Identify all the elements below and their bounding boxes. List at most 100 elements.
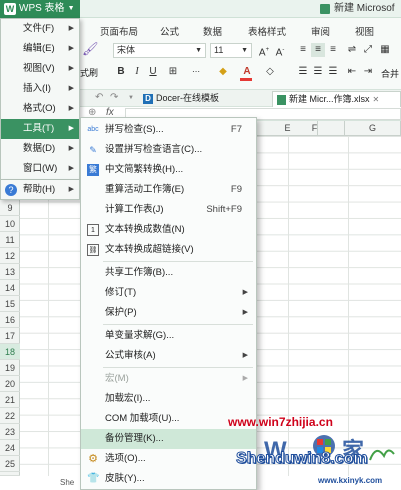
close-icon[interactable]: ✕ — [373, 92, 380, 107]
align-middle-icon[interactable]: ≡ — [311, 43, 325, 57]
undo-icon[interactable]: ↶ — [95, 92, 103, 103]
fill-color-icon[interactable]: ◆ — [216, 65, 230, 79]
font-name-select[interactable]: 宋体 ▼ — [113, 43, 206, 58]
row-header-17[interactable]: 17 — [0, 328, 20, 344]
menu-item-help[interactable]: ? 帮助(H) ▶ — [0, 180, 80, 200]
menu-addins[interactable]: 加载宏(I)... — [81, 389, 256, 409]
tab-review[interactable]: 审阅 — [311, 24, 330, 38]
chevron-right-icon: ▶ — [68, 145, 74, 152]
shirt-icon: 👕 — [87, 473, 100, 484]
menu-item-window[interactable]: 窗口(W) ▶ — [1, 159, 79, 179]
row-header-12[interactable]: 12 — [0, 248, 20, 264]
tab-workbook[interactable]: 新建 Micr...作簿.xlsx ✕ — [272, 91, 401, 107]
menu-item-view[interactable]: 视图(V) ▶ — [1, 59, 79, 79]
row-header-20[interactable]: 20 — [0, 376, 20, 392]
menu-goal-seek[interactable]: 单变量求解(G)... — [81, 326, 256, 346]
wrap-text-icon[interactable]: ⇌ — [345, 43, 359, 57]
column-header-f[interactable]: F — [285, 121, 345, 136]
menu-item-insert[interactable]: 插入(I) ▶ — [1, 79, 79, 99]
row-header-16[interactable]: 16 — [0, 312, 20, 328]
row-header-18[interactable]: 18 — [0, 344, 20, 360]
tab-table-style[interactable]: 表格样式 — [248, 24, 286, 38]
tab-view[interactable]: 视图 — [355, 24, 374, 38]
menu-share-workbook[interactable]: 共享工作簿(B)... — [81, 263, 256, 283]
row-header-15[interactable]: 15 — [0, 296, 20, 312]
chevron-right-icon: ▶ — [68, 45, 74, 52]
menu-item-format[interactable]: 格式(O) ▶ — [1, 99, 79, 119]
menu-skin[interactable]: 👕 皮肤(Y)... — [81, 469, 256, 489]
menu-item-file[interactable]: 文件(F) ▶ — [1, 19, 79, 39]
align-top-icon[interactable]: ≡ — [296, 43, 310, 57]
align-left-icon[interactable]: ☰ — [296, 65, 310, 79]
redo-icon[interactable]: ↷ — [110, 92, 118, 103]
menu-recalc-workbook[interactable]: 重算活动工作簿(E) F9 — [81, 180, 256, 200]
sheet-tab[interactable]: She — [60, 478, 74, 487]
row-header-13[interactable]: 13 — [0, 264, 20, 280]
chevron-right-icon: ▶ — [242, 352, 248, 359]
menu-text-to-hyperlink[interactable]: ⛓ 文本转换成超链接(V) — [81, 240, 256, 260]
chevron-right-icon: ▶ — [68, 105, 74, 112]
orientation-icon[interactable]: ⤢ — [361, 43, 375, 57]
app-name: WPS 表格 — [19, 3, 65, 14]
menu-protect[interactable]: 保护(P) ▶ — [81, 303, 256, 323]
tab-docer[interactable]: D Docer-在线模板 — [143, 91, 219, 106]
bold-icon[interactable]: B — [114, 65, 128, 79]
font-color-swatch — [240, 78, 252, 81]
chevron-right-icon: ▶ — [242, 375, 248, 382]
row-header-24[interactable]: 24 — [0, 440, 20, 456]
align-right-icon[interactable]: ☰ — [326, 65, 340, 79]
menu-item-tools[interactable]: 工具(T) ▶ — [1, 119, 79, 139]
row-header-23[interactable]: 23 — [0, 424, 20, 440]
format-painter-icon[interactable]: 🖌 — [82, 42, 99, 56]
decrease-font-icon[interactable]: A- — [273, 43, 287, 58]
menu-separator — [103, 367, 253, 368]
indent-increase-icon[interactable]: ⇥ — [361, 65, 375, 79]
row-header-9[interactable]: 9 — [0, 200, 20, 216]
align-bottom-icon[interactable]: ≡ — [326, 43, 340, 57]
clear-format-icon[interactable]: ◇ — [263, 65, 277, 79]
row-header-14[interactable]: 14 — [0, 280, 20, 296]
menu-backup-manager[interactable]: 备份管理(K)... — [81, 429, 256, 449]
merge-label[interactable]: 合并 — [381, 67, 399, 80]
menu-item-data[interactable]: 数据(D) ▶ — [1, 139, 79, 159]
merge-center-icon[interactable]: ▦ — [378, 43, 392, 57]
chevron-down-icon: ▼ — [195, 47, 202, 54]
chevron-right-icon: ▶ — [242, 309, 248, 316]
row-header-22[interactable]: 22 — [0, 408, 20, 424]
menu-formula-audit[interactable]: 公式审核(A) ▶ — [81, 346, 256, 366]
indent-decrease-icon[interactable]: ⇤ — [345, 65, 359, 79]
menu-spell-check[interactable]: abc 拼写检查(S)... F7 — [81, 120, 256, 140]
menu-chinese-conversion[interactable]: 繁 中文简繁转换(H)... — [81, 160, 256, 180]
align-center-icon[interactable]: ☰ — [311, 65, 325, 79]
format-painter-label[interactable]: 式刷 — [80, 66, 98, 79]
tab-formulas[interactable]: 公式 — [160, 24, 179, 38]
menu-macro[interactable]: 宏(M) ▶ — [81, 369, 256, 389]
font-color-icon[interactable]: A — [240, 65, 254, 79]
row-header-19[interactable]: 19 — [0, 360, 20, 376]
column-header-g[interactable]: G — [345, 121, 401, 136]
menu-text-to-number[interactable]: 1 文本转换成数值(N) — [81, 220, 256, 240]
row-header-25[interactable]: 25 — [0, 456, 20, 472]
row-header-26[interactable] — [0, 472, 20, 476]
tab-data[interactable]: 数据 — [203, 24, 222, 38]
menu-item-edit[interactable]: 编辑(E) ▶ — [1, 39, 79, 59]
menu-options[interactable]: ⚙ 选项(O)... — [81, 449, 256, 469]
border-icon[interactable]: ⊞ — [166, 65, 180, 79]
menu-spell-language[interactable]: ✎ 设置拼写检查语言(C)... — [81, 140, 256, 160]
italic-icon[interactable]: I — [130, 65, 144, 79]
chevron-right-icon: ▶ — [68, 65, 74, 72]
increase-font-icon[interactable]: A+ — [257, 43, 271, 58]
underline-icon[interactable]: U — [146, 65, 160, 79]
tab-page-layout[interactable]: 页面布局 — [100, 24, 138, 38]
watermark-url-3: www.kxinyk.com — [318, 476, 383, 485]
watermark-url-2: Shenduwin8.com — [236, 450, 369, 468]
row-header-21[interactable]: 21 — [0, 392, 20, 408]
row-header-10[interactable]: 10 — [0, 216, 20, 232]
font-size-select[interactable]: 11 ▼ — [210, 43, 252, 58]
menu-calc-sheet[interactable]: 计算工作表(J) Shift+F9 — [81, 200, 256, 220]
chevron-down-icon[interactable]: ▼ — [128, 95, 134, 101]
menu-revision[interactable]: 修订(T) ▶ — [81, 283, 256, 303]
row-header-11[interactable]: 11 — [0, 232, 20, 248]
wps-menu-button[interactable]: W WPS 表格 ▼ — [0, 0, 80, 18]
more-format-icon[interactable]: ⋯ — [189, 65, 203, 79]
